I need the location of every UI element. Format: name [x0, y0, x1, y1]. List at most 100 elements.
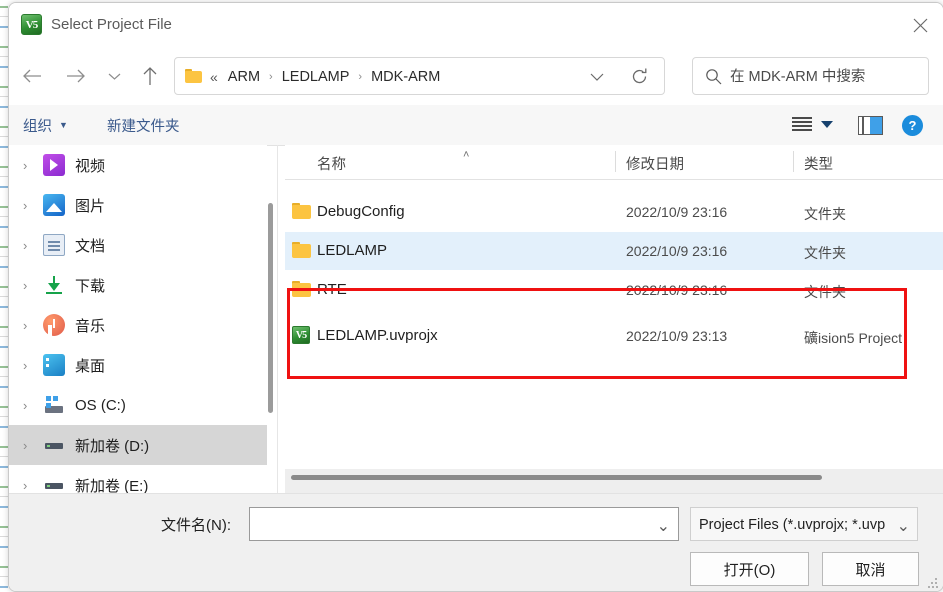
view-chevron-down-icon[interactable] — [821, 121, 833, 128]
chevron-right-icon[interactable]: › — [23, 238, 43, 253]
file-date: 2022/10/9 23:16 — [626, 282, 728, 298]
navigation-pane-scrollbar[interactable] — [268, 203, 273, 413]
sidebar-item-music[interactable]: › 音乐 — [9, 305, 267, 345]
chevron-down-icon[interactable]: ⌄ — [657, 516, 670, 536]
chevron-right-icon[interactable]: › — [23, 478, 43, 493]
file-list-horizontal-scrollbar[interactable] — [285, 469, 943, 493]
documents-folder-icon — [43, 234, 65, 256]
sidebar-item-documents[interactable]: › 文档 — [9, 225, 267, 265]
pane-divider[interactable] — [277, 145, 278, 493]
help-icon[interactable]: ? — [902, 115, 923, 136]
folder-icon — [185, 69, 202, 83]
chevron-right-icon[interactable]: › — [23, 278, 43, 293]
sidebar-item-label: OS (C:) — [75, 396, 126, 414]
sidebar-item-label: 视频 — [75, 157, 106, 175]
search-placeholder: 在 MDK-ARM 中搜索 — [730, 69, 866, 85]
chevron-right-icon[interactable]: › — [23, 318, 43, 333]
breadcrumb-item-ledlamp[interactable]: LEDLAMP — [281, 69, 351, 85]
table-row[interactable]: LEDLAMP 2022/10/9 23:16 文件夹 — [285, 232, 943, 270]
resize-grip[interactable] — [928, 578, 938, 588]
chevron-right-icon[interactable]: › — [23, 358, 43, 373]
sidebar-item-volume-d[interactable]: › 新加卷 (D:) — [9, 425, 267, 465]
column-header-name[interactable]: 名称 — [317, 153, 346, 174]
address-chevron-down-icon[interactable] — [590, 69, 606, 85]
uvision5-icon: V5 — [292, 326, 310, 344]
breadcrumb-item-mdk-arm[interactable]: MDK-ARM — [370, 69, 441, 85]
file-type: 文件夹 — [804, 284, 846, 300]
column-divider[interactable] — [793, 151, 794, 172]
table-row[interactable]: DebugConfig 2022/10/9 23:16 文件夹 — [285, 193, 943, 231]
new-folder-button[interactable]: 新建文件夹 — [107, 113, 180, 137]
organize-button[interactable]: 组织 ▼ — [23, 113, 68, 137]
folder-icon — [292, 242, 311, 258]
uvision5-icon-glyph: V5 — [25, 19, 38, 31]
sidebar-item-label: 音乐 — [75, 317, 106, 335]
address-bar[interactable]: « ARM › LEDLAMP › MDK-ARM — [174, 57, 665, 95]
file-type: 礦ision5 Project — [804, 330, 903, 346]
back-icon[interactable] — [15, 59, 49, 93]
breadcrumb-separator-icon: › — [269, 71, 273, 83]
folder-icon — [292, 203, 311, 219]
file-type-filter-value: Project Files (*.uvprojx; *.uvp — [699, 517, 886, 533]
chevron-right-icon[interactable]: › — [23, 398, 43, 413]
sort-ascending-icon: ˄ — [463, 149, 470, 161]
sidebar-item-label: 新加卷 (D:) — [75, 437, 150, 455]
cancel-button[interactable]: 取消 — [822, 552, 919, 586]
list-view-icon[interactable] — [792, 117, 812, 133]
column-header-date[interactable]: 修改日期 — [626, 153, 684, 174]
file-name: LEDLAMP.uvprojx — [317, 327, 438, 344]
new-folder-label: 新建文件夹 — [107, 118, 180, 135]
chevron-down-icon: ▼ — [59, 120, 68, 130]
file-list-horizontal-scrollbar-thumb[interactable] — [291, 475, 822, 480]
breadcrumb-separator-icon: › — [358, 71, 363, 83]
table-row[interactable]: V5 LEDLAMP.uvprojx 2022/10/9 23:13 礦isio… — [285, 317, 943, 355]
volume-drive-icon — [43, 434, 65, 456]
filename-field[interactable]: ⌄ — [249, 507, 679, 542]
chevron-right-icon[interactable]: › — [23, 438, 43, 453]
folder-icon — [292, 281, 311, 297]
recent-locations-chevron-down-icon[interactable] — [101, 59, 127, 93]
sidebar-item-label: 图片 — [75, 197, 106, 215]
column-header-row: 名称 修改日期 类型 ˄ — [285, 145, 943, 180]
sidebar-item-downloads[interactable]: › 下载 — [9, 265, 267, 305]
pictures-folder-icon — [43, 194, 65, 216]
title-bar: V5 Select Project File — [9, 3, 943, 47]
sidebar-item-label: 文档 — [75, 237, 106, 255]
file-type-filter-select[interactable]: Project Files (*.uvprojx; *.uvp ⌄ — [690, 507, 918, 541]
table-row[interactable]: RTE 2022/10/9 23:16 文件夹 — [285, 271, 943, 309]
refresh-icon[interactable] — [630, 67, 650, 87]
navigation-bar: « ARM › LEDLAMP › MDK-ARM 在 MDK-ARM 中搜索 — [9, 47, 943, 105]
volume-drive-icon — [43, 474, 65, 493]
sidebar-item-os-c[interactable]: › OS (C:) — [9, 385, 267, 425]
search-icon — [705, 68, 722, 85]
preview-pane-icon[interactable] — [858, 116, 883, 135]
breadcrumb-item-arm[interactable]: ARM — [227, 69, 261, 85]
sidebar-item-videos[interactable]: › 视频 — [9, 145, 267, 185]
file-date: 2022/10/9 23:16 — [626, 243, 728, 259]
column-header-type[interactable]: 类型 — [804, 153, 833, 174]
filename-label: 文件名(N): — [161, 517, 231, 534]
sidebar-item-pictures[interactable]: › 图片 — [9, 185, 267, 225]
window-title: Select Project File — [51, 16, 172, 33]
chevron-right-icon[interactable]: › — [23, 158, 43, 173]
file-name: RTE — [317, 281, 347, 298]
sidebar-item-desktop[interactable]: › 桌面 — [9, 345, 267, 385]
desktop-folder-icon — [43, 354, 65, 376]
breadcrumb: « ARM › LEDLAMP › MDK-ARM — [210, 67, 441, 87]
column-divider[interactable] — [615, 151, 616, 172]
select-project-file-dialog: V5 Select Project File « ARM › LEDLAMP ›… — [8, 2, 943, 592]
breadcrumb-overflow-icon[interactable]: « — [210, 69, 218, 85]
filename-input[interactable] — [256, 508, 652, 542]
open-button[interactable]: 打开(O) — [690, 552, 809, 586]
os-drive-icon — [43, 394, 65, 416]
search-input[interactable]: 在 MDK-ARM 中搜索 — [692, 57, 929, 95]
forward-icon[interactable] — [59, 59, 93, 93]
file-list: 名称 修改日期 类型 ˄ DebugConfig 2022/10/9 23:16… — [285, 145, 943, 467]
chevron-down-icon: ⌄ — [896, 518, 910, 535]
up-icon[interactable] — [133, 59, 167, 93]
command-bar: 组织 ▼ 新建文件夹 ? — [9, 105, 943, 146]
sidebar-item-volume-e[interactable]: › 新加卷 (E:) — [9, 465, 267, 494]
navigation-pane: › 视频 › 图片 › 文档 › 下载 › 音乐 › 桌面 › OS (C:) … — [9, 145, 267, 493]
chevron-right-icon[interactable]: › — [23, 198, 43, 213]
close-icon[interactable] — [897, 3, 943, 47]
